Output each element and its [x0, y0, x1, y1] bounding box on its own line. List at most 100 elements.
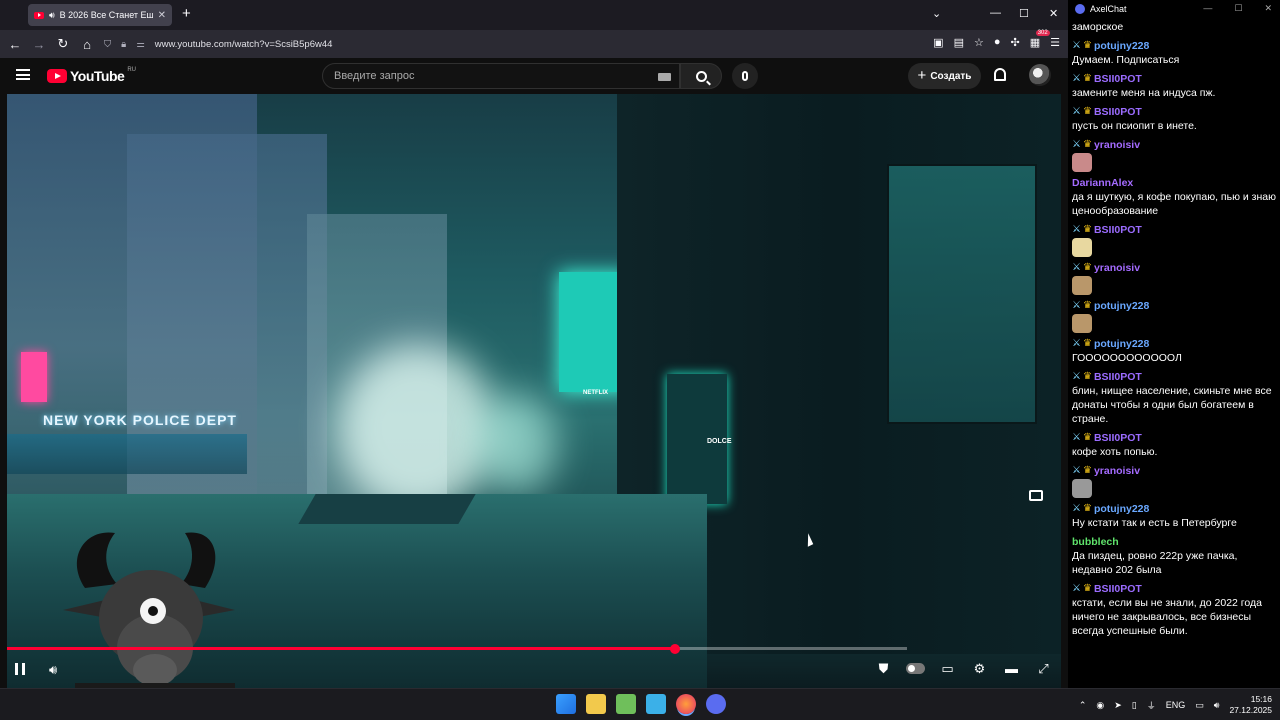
theater-mode-icon[interactable]: ▬: [1002, 659, 1021, 678]
moderator-sword-icon: ⚔: [1072, 106, 1081, 117]
chat-message-author[interactable]: ⚔ ♛ potujny228: [1072, 298, 1276, 313]
vip-crown-icon: ♛: [1082, 73, 1092, 84]
chat-message-author[interactable]: bubblech: [1072, 534, 1276, 549]
chat-author-name: bubblech: [1072, 535, 1119, 548]
reload-icon[interactable]: ↻: [51, 36, 75, 52]
fullscreen-icon[interactable]: ⤢: [1034, 659, 1053, 678]
firefox-icon[interactable]: [676, 694, 696, 714]
picture-in-picture-icon[interactable]: ▣: [933, 36, 943, 49]
home-icon[interactable]: ⌂: [75, 37, 99, 52]
chat-message: ⚔ ♛ BSII0POT пусть он псиопит в инете.: [1072, 104, 1276, 133]
chat-author-name: BSII0POT: [1093, 370, 1142, 383]
chat-message: ⚔ ♛ BSII0POT кстати, если вы не знали, до 2…: [1072, 581, 1276, 638]
shield-icon[interactable]: ⛉: [104, 39, 111, 50]
youtube-logo[interactable]: YouTube RU: [47, 67, 136, 84]
axelchat-logo-icon: [1075, 4, 1085, 14]
close-window-button[interactable]: ✕: [1049, 7, 1058, 20]
settings-gear-icon[interactable]: ⚙: [970, 659, 989, 678]
file-explorer-icon[interactable]: [586, 694, 606, 714]
vip-crown-icon: ♛: [1082, 300, 1092, 311]
chat-message-author[interactable]: ⚔ ♛ BSII0POT: [1072, 581, 1276, 596]
hamburger-menu-icon[interactable]: [16, 69, 30, 80]
network-icon[interactable]: ▭: [1195, 700, 1204, 711]
search-button[interactable]: [680, 63, 722, 89]
keyboard-icon[interactable]: [658, 73, 671, 81]
autoplay-toggle[interactable]: [906, 659, 925, 678]
permissions-icon[interactable]: ⚌: [136, 39, 145, 50]
vip-crown-icon: ♛: [1082, 338, 1092, 349]
chat-message-list[interactable]: заморское ⚔ ♛ potujny228 Думаем. Подписаться…: [1068, 18, 1280, 638]
miniplayer-icon[interactable]: [1029, 490, 1043, 501]
chat-message-author[interactable]: ⚔ ♛ BSII0POT: [1072, 430, 1276, 445]
list-tabs-chevron-icon[interactable]: ⌄: [932, 7, 941, 20]
microphone-tray-icon[interactable]: ⏚: [1147, 699, 1156, 712]
photos-icon[interactable]: [616, 694, 636, 714]
maximize-button[interactable]: ☐: [1019, 7, 1029, 20]
app-menu-icon[interactable]: ☰: [1050, 36, 1060, 49]
search-input[interactable]: [334, 70, 634, 82]
language-indicator[interactable]: ENG: [1166, 700, 1186, 710]
chat-message-author[interactable]: ⚔ ♛ yranoisiv: [1072, 137, 1276, 152]
browser-tab[interactable]: 🔊︎ В 2026 Все Станет Еще ХУЖЕ ✕: [28, 4, 172, 26]
chat-message-author[interactable]: ⚔ ♛ BSII0POT: [1072, 222, 1276, 237]
url-text[interactable]: www.youtube.com/watch?v=ScsiB5p6w44: [155, 39, 333, 50]
minimize-button[interactable]: —: [990, 7, 1001, 19]
forward-arrow-icon[interactable]: →: [27, 37, 51, 52]
video-player[interactable]: NETFLIX DOLCE NEW YORK POLICE DEPT 🔊︎ ⛊ …: [7, 94, 1061, 688]
usb-icon[interactable]: ▯: [1132, 700, 1137, 711]
chat-message: ⚔ ♛ BSII0POT: [1072, 222, 1276, 257]
chat-author-name: BSII0POT: [1093, 582, 1142, 595]
volume-tray-icon[interactable]: 🔊︎: [1214, 700, 1220, 711]
chat-author-name: yranoisiv: [1093, 261, 1141, 274]
chat-close-button[interactable]: ✕: [1264, 3, 1272, 14]
vip-crown-icon: ♛: [1082, 432, 1092, 443]
voice-search-button[interactable]: [732, 63, 758, 89]
speaker-icon[interactable]: 🔊︎: [49, 10, 55, 21]
clock[interactable]: 15:16 27.12.2025: [1229, 694, 1272, 716]
chat-emote-icon: [1072, 276, 1092, 295]
steam-icon[interactable]: ◉: [1096, 700, 1104, 711]
axelchat-taskbar-icon[interactable]: [706, 694, 726, 714]
chat-author-name: potujny228: [1093, 337, 1150, 350]
avatar[interactable]: [1029, 64, 1051, 86]
back-arrow-icon[interactable]: ←: [3, 37, 27, 52]
chat-message-author[interactable]: ⚔ ♛ BSII0POT: [1072, 369, 1276, 384]
chat-message-author[interactable]: ⚔ ♛ potujny228: [1072, 38, 1276, 53]
chat-message-author[interactable]: ⚔ ♛ potujny228: [1072, 501, 1276, 516]
youtube-region-code: RU: [127, 67, 136, 73]
light-glow-2: [477, 394, 557, 494]
chat-message-author[interactable]: ⚔ ♛ yranoisiv: [1072, 260, 1276, 275]
chat-minimize-button[interactable]: —: [1203, 3, 1212, 14]
chat-maximize-button[interactable]: ☐: [1234, 3, 1242, 14]
plus-icon: +: [917, 67, 927, 84]
vip-crown-icon: ♛: [1082, 262, 1092, 273]
vip-crown-icon: ♛: [1082, 503, 1092, 514]
moderator-sword-icon: ⚔: [1072, 300, 1081, 311]
volume-icon[interactable]: 🔊︎: [49, 662, 57, 678]
tab-close-icon[interactable]: ✕: [158, 10, 166, 21]
pause-button[interactable]: [15, 663, 25, 675]
chat-message-text: ГООООООООООООЛ: [1072, 352, 1182, 364]
tray-chevron-icon[interactable]: ⌃: [1079, 700, 1087, 711]
url-bar[interactable]: ⛉ 🔒︎ ⚌ www.youtube.com/watch?v=ScsiB5p6w…: [104, 34, 978, 54]
notifications-bell-icon[interactable]: [994, 68, 1006, 81]
sponsorblock-shield-icon[interactable]: ⛊: [874, 659, 893, 678]
reader-view-icon[interactable]: ▤: [954, 36, 964, 49]
chat-message-author[interactable]: ⚔ ♛ BSII0POT: [1072, 71, 1276, 86]
create-button[interactable]: + Создать: [908, 63, 981, 89]
new-tab-button[interactable]: +: [182, 6, 191, 22]
telegram-icon[interactable]: ➤: [1114, 700, 1122, 711]
chat-message-author[interactable]: ⚔ ♛ BSII0POT: [1072, 104, 1276, 119]
chat-message: ⚔ ♛ yranoisiv: [1072, 463, 1276, 498]
extension-badge-icon[interactable]: ▦ 302: [1030, 30, 1050, 49]
lock-icon[interactable]: 🔒︎: [121, 39, 126, 50]
chat-message-author[interactable]: DariannAlex: [1072, 175, 1276, 190]
chat-message-author[interactable]: ⚔ ♛ potujny228: [1072, 336, 1276, 351]
subtitles-icon[interactable]: ▭: [938, 659, 957, 678]
account-icon[interactable]: ●: [994, 36, 1001, 49]
chat-message-author[interactable]: ⚔ ♛ yranoisiv: [1072, 463, 1276, 478]
notepad-icon[interactable]: [646, 694, 666, 714]
start-windows-icon[interactable]: [556, 694, 576, 714]
bookmark-star-icon[interactable]: ☆: [974, 36, 984, 49]
extensions-icon[interactable]: ✣: [1011, 36, 1020, 49]
